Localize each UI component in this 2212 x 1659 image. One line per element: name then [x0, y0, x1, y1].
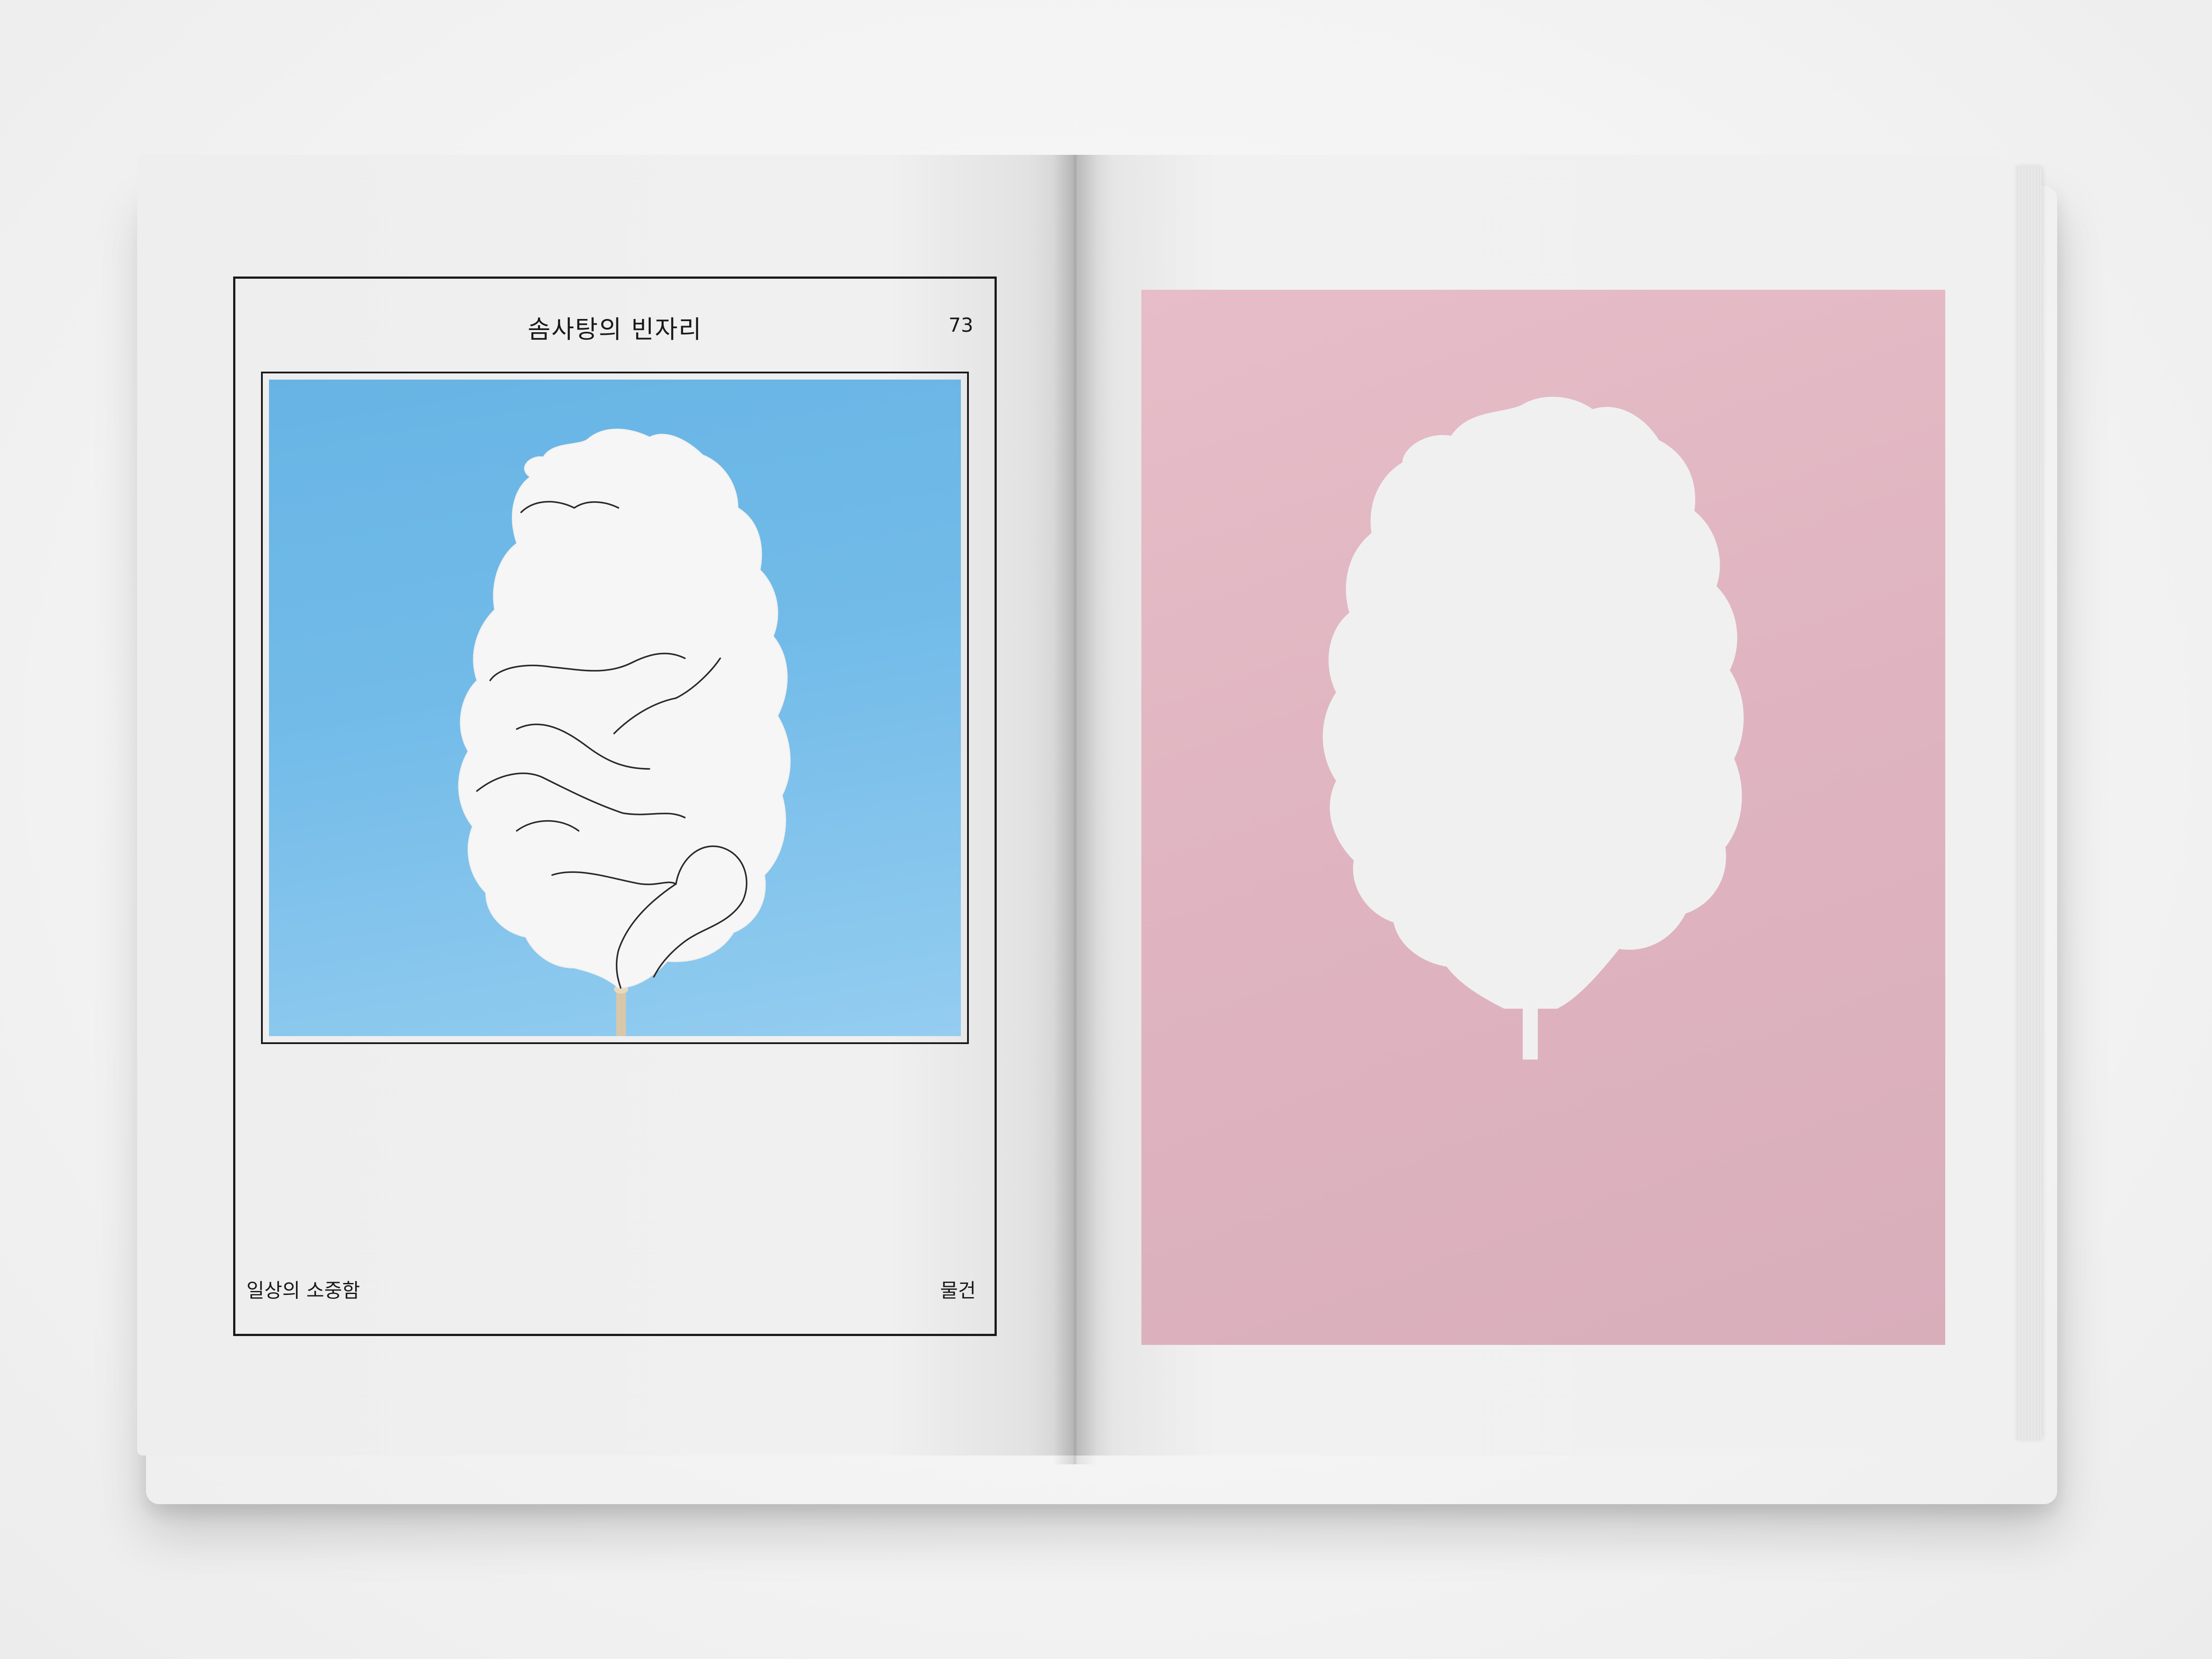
page-edges	[2015, 166, 2042, 1440]
pink-panel	[1141, 290, 1945, 1345]
page-number: 73	[949, 314, 973, 337]
cotton-candy-illustration	[269, 380, 961, 1036]
candy-stick	[616, 988, 626, 1036]
cotton-candy-silhouette	[1323, 396, 1744, 1060]
silhouette-stick	[1523, 1006, 1538, 1060]
left-page-frame: 솜사탕의 빈자리 73 일상의 소중함 물건	[233, 276, 997, 1336]
silhouette-shape	[1323, 396, 1744, 1009]
footer-section-title: 일상의 소중함	[246, 1279, 360, 1302]
book-gutter	[1053, 155, 1097, 1464]
footer-category: 물건	[940, 1279, 976, 1302]
illustration-frame	[261, 372, 969, 1044]
background-surface: 솜사탕의 빈자리 73 일상의 소중함 물건	[0, 0, 2212, 1659]
page-title: 솜사탕의 빈자리	[527, 315, 703, 344]
cotton-candy-drawing	[458, 428, 791, 1036]
